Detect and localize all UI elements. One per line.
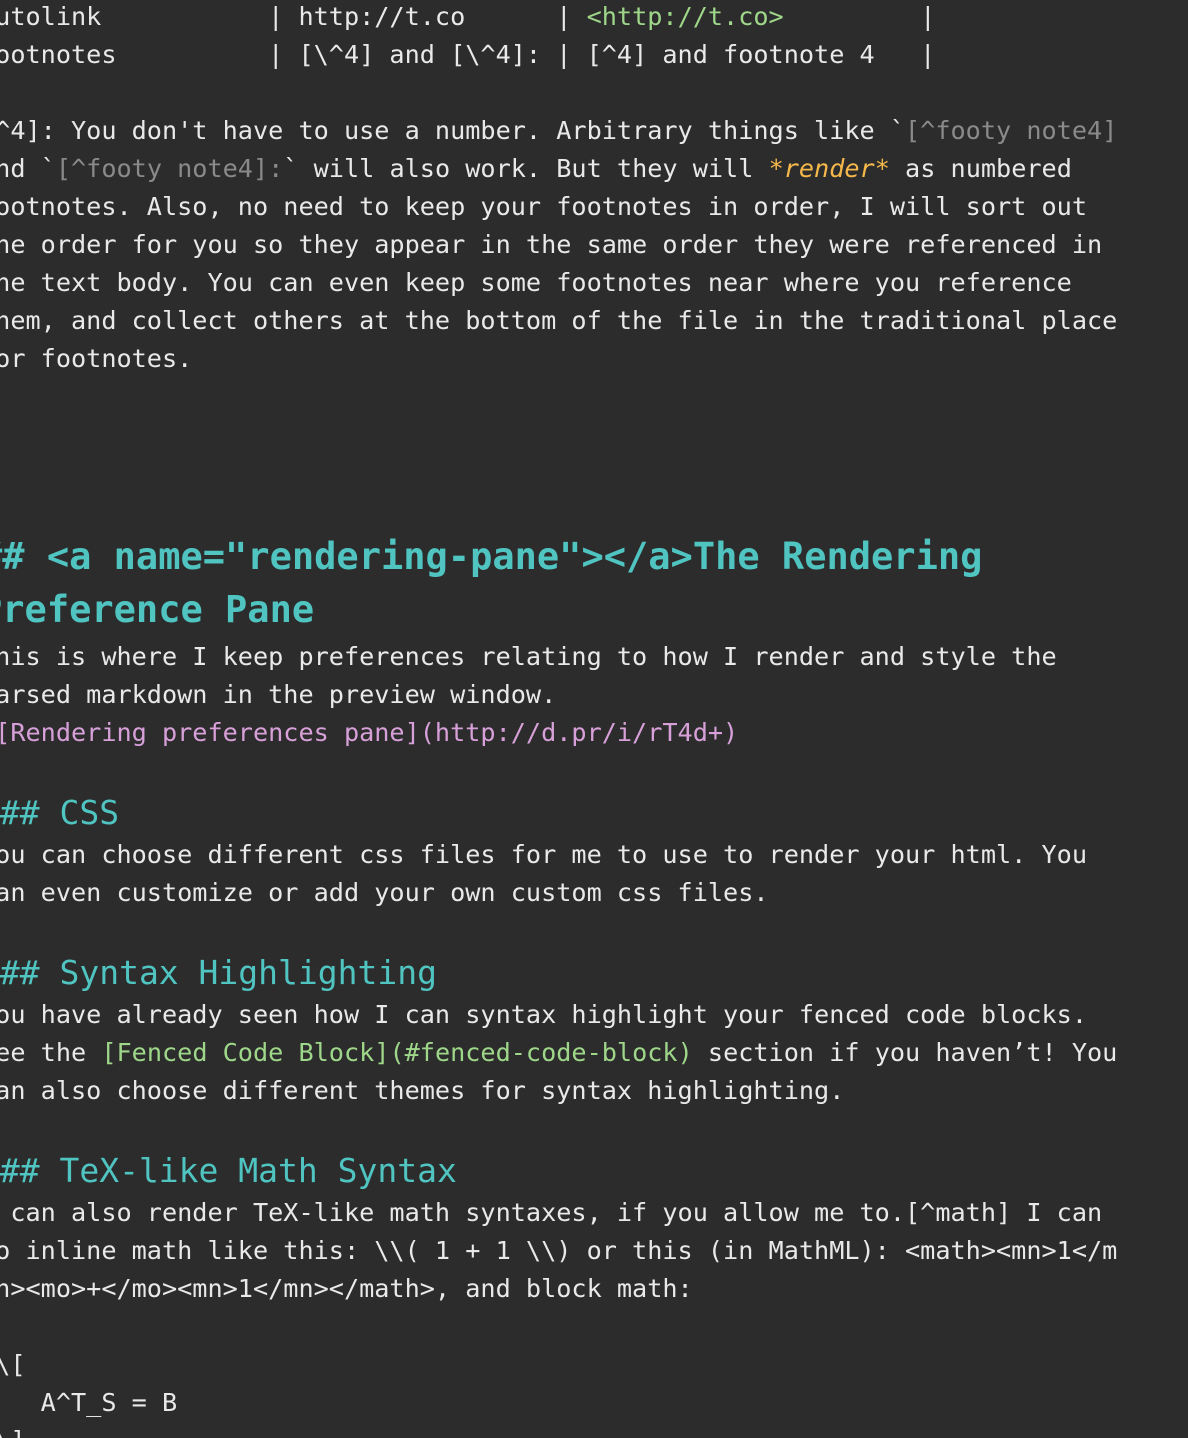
table-row-autolink: autolink | http://t.co | <http://t.co> | bbox=[0, 0, 935, 36]
footnote-line-2-text-b: ` will also work. But they will bbox=[283, 154, 769, 183]
syntax-paragraph-line-1: You have already seen how I can syntax h… bbox=[0, 1000, 1087, 1029]
heading-rendering-line-2: Preference Pane bbox=[0, 588, 315, 631]
rendering-image-link[interactable]: ![Rendering preferences pane](http://d.p… bbox=[0, 714, 738, 752]
table-row-autolink-text: autolink | http://t.co | bbox=[0, 2, 587, 31]
emphasis-render: *render* bbox=[768, 154, 890, 183]
syntax-paragraph-line-3: can also choose different themes for syn… bbox=[0, 1076, 845, 1105]
heading-tex-math: ### TeX-like Math Syntax bbox=[0, 1151, 457, 1190]
heading-css: ### CSS bbox=[0, 793, 120, 832]
rendering-paragraph-line-2: parsed markdown in the preview window. bbox=[0, 680, 557, 709]
rendering-paragraph-line-1: This is where I keep preferences relatin… bbox=[0, 642, 1057, 671]
footnote-line-3: footnotes. Also, no need to keep your fo… bbox=[0, 192, 1087, 221]
tex-paragraph-line-3: mn><mo>+</mo><mn>1</mn></math>, and bloc… bbox=[0, 1274, 693, 1303]
footnote-line-1: [^4]: You don't have to use a number. Ar… bbox=[0, 112, 1117, 150]
fenced-code-block-link[interactable]: [Fenced Code Block](#fenced-code-block) bbox=[101, 1038, 692, 1067]
footnote-line-1-text: [^4]: You don't have to use a number. Ar… bbox=[0, 116, 906, 145]
syntax-paragraph-line-2-text-b: section if you haven’t! You bbox=[692, 1038, 1118, 1067]
css-paragraph-line-2: can even customize or add your own custo… bbox=[0, 878, 769, 907]
footnote-line-2: and `[^footy note4]:` will also work. Bu… bbox=[0, 150, 1072, 188]
heading-syntax-highlighting: ### Syntax Highlighting bbox=[0, 953, 437, 992]
tex-paragraph-line-2: do inline math like this: \\( 1 + 1 \\) … bbox=[0, 1236, 1118, 1265]
tex-paragraph-line-1: I can also render TeX-like math syntaxes… bbox=[0, 1198, 1103, 1227]
math-block-open: \\[ bbox=[0, 1350, 26, 1379]
footnote-line-7: for footnotes. bbox=[0, 344, 193, 373]
syntax-paragraph-line-2: See the [Fenced Code Block](#fenced-code… bbox=[0, 1034, 1117, 1072]
table-row-autolink-end: | bbox=[783, 2, 936, 31]
math-block-close: \\] bbox=[0, 1422, 26, 1438]
css-paragraph-line-1: You can choose different css files for m… bbox=[0, 840, 1087, 869]
footnote-line-4: the order for you so they appear in the … bbox=[0, 230, 1103, 259]
markdown-editor[interactable]: autolink | http://t.co | <http://t.co> |… bbox=[0, 0, 1188, 1438]
heading-rendering-line-1: ## <a name="rendering-pane"></a>The Rend… bbox=[0, 535, 983, 578]
footnote-line-2-text-a: and ` bbox=[0, 154, 56, 183]
syntax-paragraph-line-2-text-a: See the bbox=[0, 1038, 87, 1067]
math-block-content: A^T_S = B bbox=[40, 1388, 178, 1417]
table-row-footnotes: footnotes | [\^4] and [\^4]: | [^4] and … bbox=[0, 40, 936, 69]
footnote-inline-code-2: [^footy note4]: bbox=[55, 154, 284, 183]
autolink-url[interactable]: <http://t.co> bbox=[587, 2, 784, 31]
footnote-inline-code-1: [^footy note4] bbox=[905, 116, 1118, 145]
footnote-line-2-text-c: as numbered bbox=[889, 154, 1072, 183]
footnote-line-6: them, and collect others at the bottom o… bbox=[0, 306, 1118, 335]
footnote-line-5: the text body. You can even keep some fo… bbox=[0, 268, 1072, 297]
